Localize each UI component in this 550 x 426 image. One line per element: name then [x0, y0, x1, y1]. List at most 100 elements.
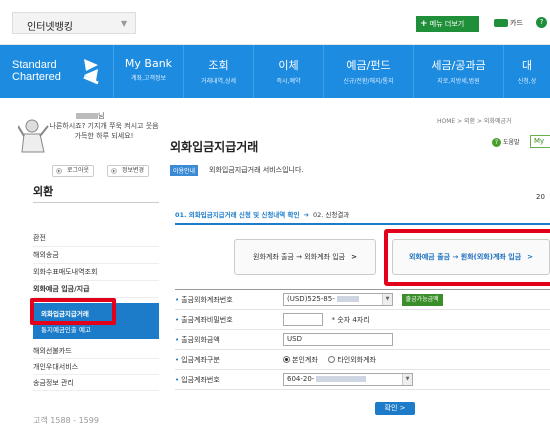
nav-my-bank[interactable]: My Bank 계좌,고객정보	[113, 45, 183, 98]
confirm-button[interactable]: 확인 >	[375, 402, 415, 415]
chevron-down-icon: ▼	[382, 294, 392, 305]
account-value: 604-20-	[287, 375, 315, 383]
brand-line1: Standard	[12, 59, 57, 71]
sidebar-item-exchange[interactable]: 환전	[33, 230, 159, 247]
nav-sub: 지로,지방세,범원	[437, 78, 480, 85]
password-hint: * 숫자 4자리	[331, 315, 370, 324]
form-row: • 출금계좌비밀번호 * 숫자 4자리	[175, 310, 550, 330]
page-title: 외화입금지급거래	[170, 140, 259, 154]
password-field[interactable]	[283, 313, 323, 326]
nav-title: My Bank	[124, 57, 173, 70]
nav-sub: 계좌,고객정보	[130, 75, 167, 82]
nav-sub: 신규/전환/해지/통지	[343, 78, 394, 85]
top-bar: 인터넷뱅킹 ▼ + 메뉴 더보기 카드 ?	[0, 0, 550, 45]
sidebar-menu-2: 해외선불카드 개인우대서비스 송금정보 관리	[33, 343, 159, 391]
option-krw-to-fx-button[interactable]: 원화계좌 출금 → 외화계좌 입금 >	[234, 239, 376, 275]
nav-title: 예금/펀드	[346, 59, 391, 72]
radio-label: 타인외화계좌	[337, 356, 376, 364]
form-row: • 입금계좌구분 본인계좌 타인외화계좌	[175, 350, 550, 370]
customer-phone: 고객 1588 - 1599	[33, 416, 99, 425]
field-label: • 입금계좌구분	[175, 356, 220, 364]
question-icon[interactable]: ?	[536, 17, 547, 28]
breadcrumb[interactable]: HOME > 외환 > 외화예금거	[437, 116, 512, 125]
nav-inquiry[interactable]: 조회 거래내역,상세	[183, 45, 253, 98]
sidebar-divider	[33, 202, 159, 203]
label-text: 출금계좌비밀번호	[181, 316, 233, 324]
radio-other-account[interactable]: 타인외화계좌	[328, 355, 376, 365]
chevron-right-icon: >	[351, 253, 357, 261]
step-2: 02. 신청결과	[312, 211, 350, 219]
step-1: 01. 외화입금지급거래 신청 및 신청내역 확인	[175, 211, 300, 219]
form-row: • 입금계좌번호 604-20- ▼	[175, 370, 550, 390]
nav-title: 조회	[208, 59, 229, 72]
field-label: • 출금외화금액	[175, 336, 220, 344]
option-left-label: 원화계좌 출금 → 외화계좌 입금	[253, 253, 346, 261]
label-text: 출금외화계좌번호	[181, 296, 233, 304]
label-text: 입금계좌구분	[181, 356, 220, 364]
form-row: • 출금외화계좌번호 (USD)525-85- ▼ 출금가능금액	[175, 290, 550, 310]
step-divider	[175, 223, 550, 225]
card-link[interactable]: 카드	[510, 18, 523, 28]
sidebar-item-fx-deposit[interactable]: 외화예금 입금/지급	[33, 281, 159, 298]
my-button[interactable]: My	[530, 135, 550, 148]
arrow-right-icon: ➔	[303, 211, 309, 219]
sidebar-item-remit-info[interactable]: 송금정보 관리	[33, 375, 159, 391]
form-row: • 출금외화금액 USD	[175, 330, 550, 350]
chevron-right-icon: >	[399, 404, 406, 412]
check-balance-button[interactable]: 출금가능금액	[401, 293, 443, 306]
chevron-down-icon: ▼	[121, 19, 128, 28]
highlight-box	[384, 229, 550, 286]
label-text: 출금외화금액	[181, 336, 220, 344]
sidebar-subitem-notice[interactable]: 통지예금인출 예고	[41, 324, 91, 334]
info-tag: 이용안내	[170, 165, 199, 176]
arrow-icon: ▸	[111, 168, 117, 174]
card-icon[interactable]	[494, 19, 508, 27]
greeting-suffix: 님	[98, 112, 105, 120]
field-value: 604-20- ▼	[283, 373, 413, 386]
nav-deposit-fund[interactable]: 예금/펀드 신규/전환/해지/통지	[323, 45, 413, 98]
edit-info-button[interactable]: ▸ 정보변경	[107, 165, 150, 177]
field-label: • 출금외화계좌번호	[175, 296, 233, 304]
step-indicator: 01. 외화입금지급거래 신청 및 신청내역 확인 ➔ 02. 신청결과	[175, 209, 349, 219]
logout-button[interactable]: ▸ 로그아웃	[52, 165, 95, 177]
field-value: * 숫자 4자리	[283, 313, 370, 326]
help-button[interactable]: ? 도움말	[492, 137, 520, 147]
radio-label: 본인계좌	[292, 356, 318, 364]
field-value: 본인계좌 타인외화계좌	[283, 355, 384, 365]
service-select[interactable]: 인터넷뱅킹 ▼	[12, 12, 136, 34]
field-value: USD	[283, 333, 393, 346]
logout-label: 로그아웃	[67, 167, 90, 174]
sidebar-menu: 환전 해외송금 외화수표매도내역조회 외화예금 입금/지급	[33, 230, 159, 298]
menu-more-button[interactable]: + 메뉴 더보기	[416, 16, 479, 32]
sidebar-item-overseas-remit[interactable]: 해외송금	[33, 247, 159, 264]
plus-icon: +	[420, 19, 428, 29]
nav-sub: 신청,상	[517, 78, 537, 85]
label-text: 입금계좌번호	[181, 376, 220, 384]
greeting-message: 나른하시죠? 기지개 쭈욱 켜시고 웃음가득한 하루 되세요!	[49, 122, 159, 140]
field-value: (USD)525-85- ▼ 출금가능금액	[283, 293, 443, 306]
question-icon: ?	[492, 138, 501, 147]
chevron-down-icon: ▼	[402, 374, 412, 385]
brand-name: Standard Chartered	[12, 59, 61, 83]
account-value: (USD)525-85-	[287, 295, 335, 303]
nav-transfer[interactable]: 이체 즉시,예약	[253, 45, 323, 98]
sidebar-title: 외환	[33, 185, 54, 198]
bank-logo-icon[interactable]	[80, 55, 102, 87]
nav-tax-bills[interactable]: 세금/공과금 지로,지방세,범원	[413, 45, 503, 98]
sidebar-item-check-sales[interactable]: 외화수표매도내역조회	[33, 264, 159, 281]
radio-own-account[interactable]: 본인계좌	[283, 355, 318, 365]
person-icon	[18, 119, 49, 153]
nav-sub: 거래내역,상세	[200, 78, 237, 85]
sidebar-item-prepaid-card[interactable]: 해외선불카드	[33, 343, 159, 359]
sidebar-item-vip[interactable]: 개인우대서비스	[33, 359, 159, 375]
withdraw-account-select[interactable]: (USD)525-85- ▼	[283, 293, 393, 306]
brand-line2: Chartered	[12, 71, 61, 83]
info-text: 외화입금지급거래 서비스입니다.	[209, 166, 304, 174]
nav-title: 세금/공과금	[431, 59, 486, 72]
nav-title: 대	[521, 59, 533, 72]
main-nav: Standard Chartered My Bank 계좌,고객정보 조회 거래…	[0, 45, 550, 98]
amount-input[interactable]: USD	[283, 333, 393, 346]
nav-loan[interactable]: 대 신청,상	[503, 45, 550, 98]
deposit-account-select[interactable]: 604-20- ▼	[283, 373, 413, 386]
confirm-label: 확인	[384, 404, 398, 412]
